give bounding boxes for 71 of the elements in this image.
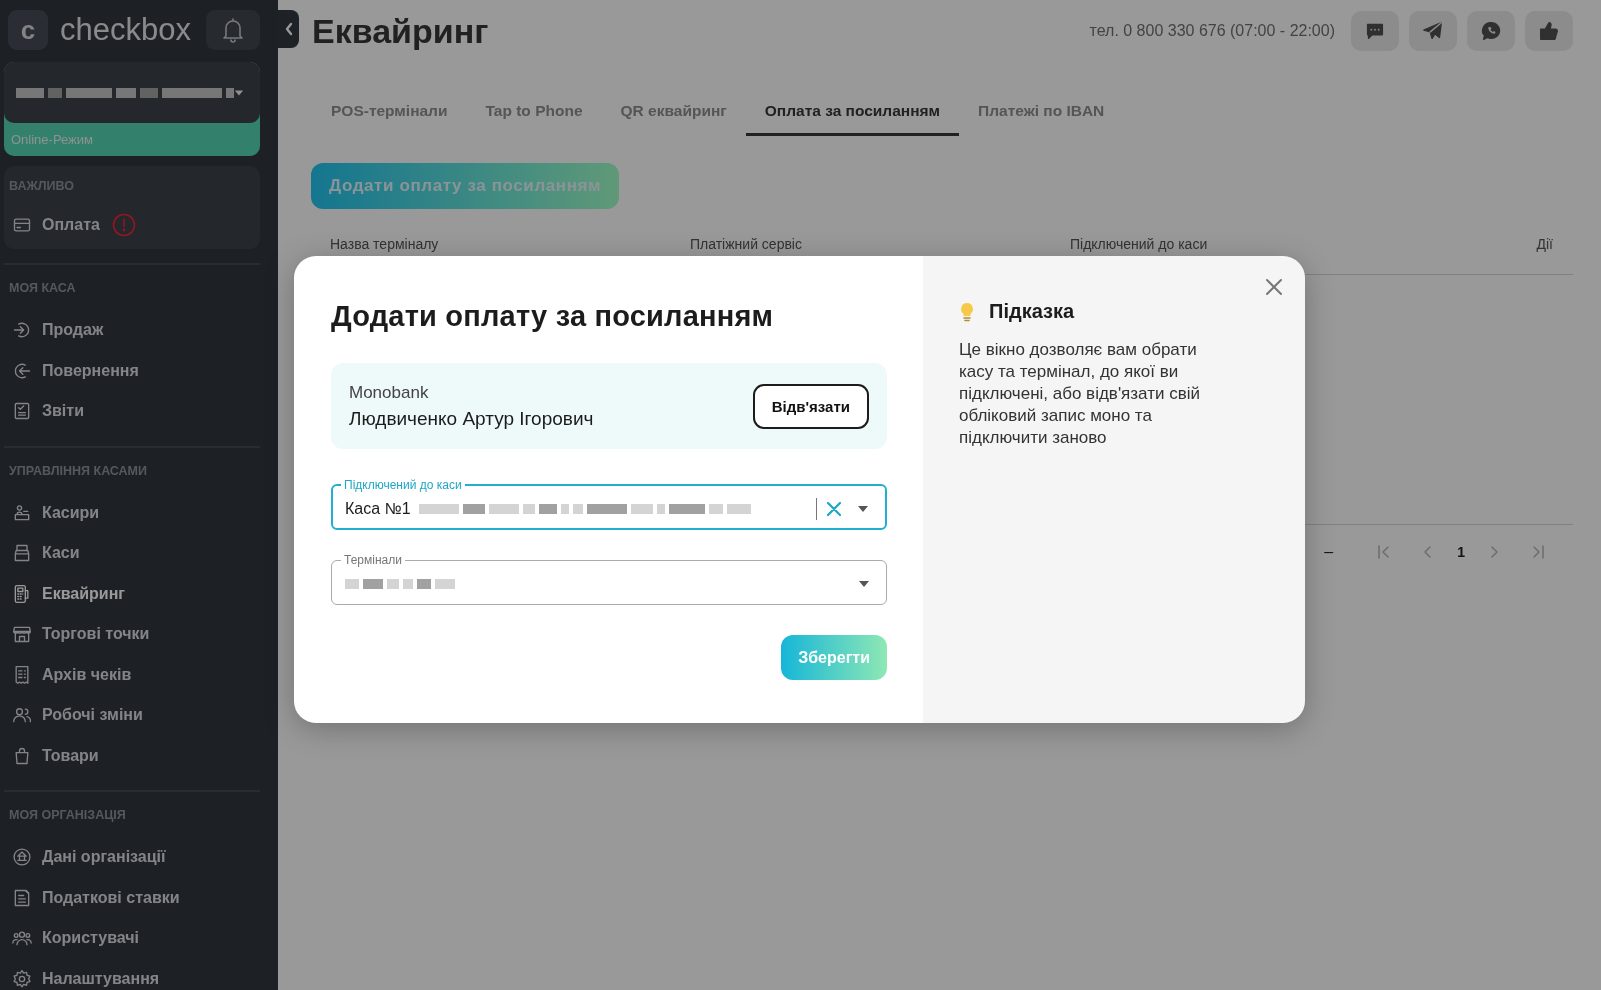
- page-title: Еквайринг: [312, 11, 489, 51]
- section-heading: УПРАВЛІННЯ КАСАМИ: [9, 463, 148, 480]
- collapse-button[interactable]: [278, 10, 299, 48]
- column-header: Дії: [1535, 236, 1553, 252]
- clear-icon[interactable]: [825, 499, 843, 518]
- phone-number: тел. 0 800 330 676 (07:00 - 22:00): [1089, 22, 1335, 40]
- nav-item[interactable]: Товари: [9, 735, 269, 776]
- organization-icon: [12, 847, 32, 868]
- field-label: Підключений до каси: [343, 477, 463, 493]
- contact-button[interactable]: [1351, 11, 1399, 51]
- nav-item[interactable]: Звіти: [9, 391, 269, 432]
- nav-item[interactable]: Налаштування: [9, 958, 269, 990]
- nav-item[interactable]: Оплата: [9, 209, 255, 241]
- column-header: Назва терміналу: [330, 236, 440, 252]
- nav-item[interactable]: Архів чеків: [9, 654, 269, 695]
- section-heading: МОЯ ОРГАНІЗАЦІЯ: [9, 808, 127, 824]
- nav-item[interactable]: Торгові точки: [9, 614, 269, 655]
- phone-bubble-icon: [1480, 20, 1502, 42]
- nav-item[interactable]: Касири: [9, 492, 269, 533]
- cash-register-icon: [12, 543, 32, 564]
- chevron-left-icon: [283, 22, 294, 36]
- paper-plane-icon: [1422, 20, 1444, 42]
- nav-item[interactable]: Робочі зміни: [9, 695, 269, 736]
- report-icon: [12, 401, 32, 422]
- nav-item[interactable]: Користувачі: [9, 918, 269, 959]
- bell-icon: [221, 17, 245, 43]
- nav-item[interactable]: Продаж: [9, 310, 269, 351]
- logo-mark: c: [8, 10, 48, 50]
- unlink-button[interactable]: Відв'язати: [752, 383, 869, 429]
- page-range: –: [1324, 543, 1334, 561]
- notifications-button[interactable]: [206, 10, 260, 50]
- field-label: Термінали: [343, 552, 403, 568]
- nav-item[interactable]: Податкові ставки: [9, 877, 269, 918]
- select-field[interactable]: Термінали: [331, 552, 887, 605]
- last-page-icon: [1530, 544, 1546, 560]
- hint-text: Це вікно дозволяє вам обрати касу та термінал, до якої ви підключені, або відв'язати свій обліковий запис моно та підключити заново: [959, 339, 1201, 449]
- tab[interactable]: QR еквайринг: [601, 90, 746, 136]
- tab[interactable]: POS-термінали: [312, 90, 467, 136]
- select-field[interactable]: Підключений до каси Каса №1: [331, 477, 887, 530]
- nav-item[interactable]: Дані організації: [9, 837, 269, 878]
- caret-icon: [858, 580, 870, 588]
- lightbulb-icon: [959, 301, 975, 322]
- logo-text: checkbox: [60, 12, 191, 48]
- dialog-title: Додати оплату за посиланням: [331, 300, 775, 333]
- column-header: Платіжний сервіс: [690, 236, 803, 252]
- contact-button[interactable]: [1409, 11, 1457, 51]
- page-number: 1: [1457, 544, 1465, 560]
- mode-status: Online-Режим: [10, 131, 94, 149]
- contact-button[interactable]: [1467, 11, 1515, 51]
- tax-document-icon: [12, 887, 32, 908]
- settings-icon: [12, 968, 32, 989]
- caret-icon: [857, 504, 869, 513]
- section-heading: МОЯ КАСА: [9, 281, 77, 297]
- close-icon[interactable]: [1263, 276, 1285, 298]
- store-icon: [12, 624, 32, 645]
- field-value: Каса №1: [345, 499, 411, 518]
- store-select[interactable]: [4, 62, 260, 123]
- tab[interactable]: Платежі по IBAN: [959, 90, 1124, 136]
- nav-item[interactable]: Каси: [9, 533, 269, 574]
- bank-name: Monobank: [349, 382, 430, 403]
- account-holder: Людвиченко Артур Ігорович: [349, 407, 594, 430]
- nav-item[interactable]: Повернення: [9, 350, 269, 391]
- tab[interactable]: Tap to Phone: [466, 90, 602, 136]
- tab[interactable]: Оплата за посиланням: [745, 90, 960, 136]
- cashiers-icon: [12, 502, 32, 523]
- nav-item[interactable]: Еквайринг: [9, 573, 269, 614]
- thumbs-up-icon: [1538, 20, 1560, 42]
- column-header: Підключений до каси: [1070, 236, 1209, 252]
- contact-button[interactable]: [1525, 11, 1573, 51]
- caret-icon: [234, 88, 244, 97]
- hint-title: Підказка: [989, 300, 1075, 323]
